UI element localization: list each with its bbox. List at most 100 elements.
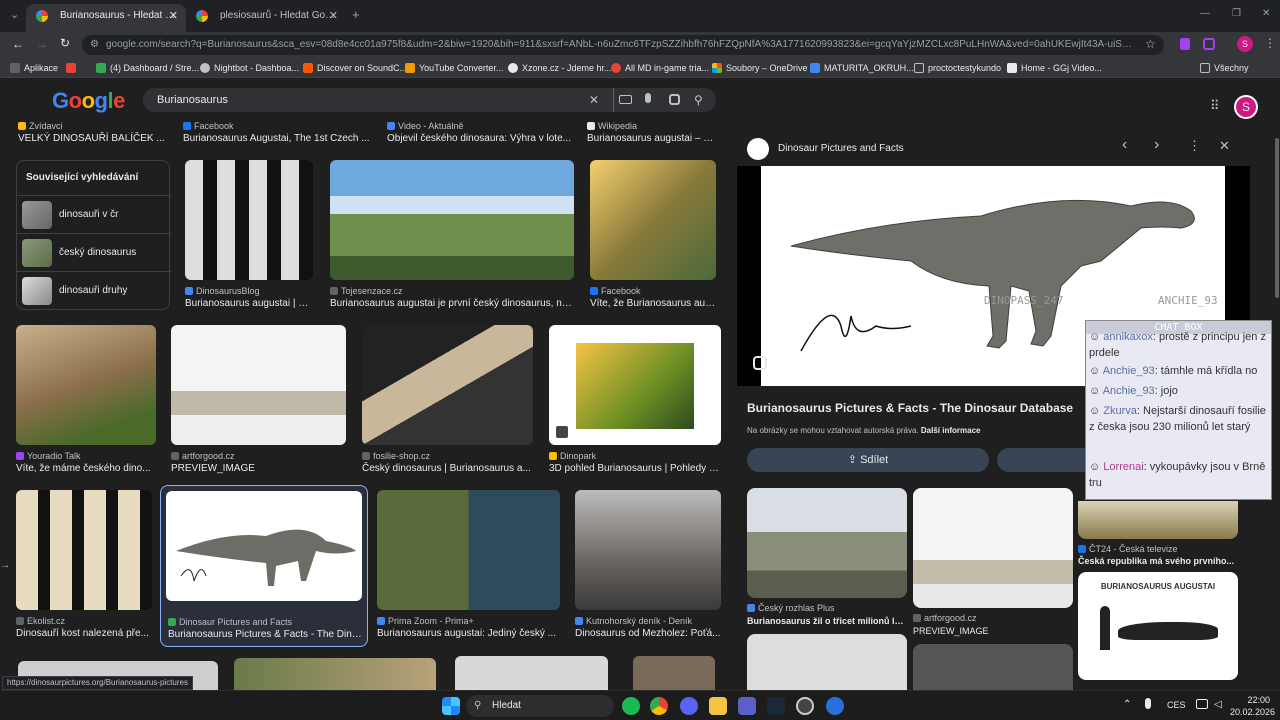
search-box[interactable]: Burianosaurus ✕ ⚲: [143, 88, 716, 112]
taskbar-search[interactable]: ⚲ Hledat: [466, 695, 614, 717]
result-dinosaurusblog[interactable]: DinosaurusBlog Burianosaurus augustai | …: [185, 160, 313, 310]
bookmark-xzone[interactable]: Xzone.cz - Jdeme hr...: [508, 58, 612, 78]
chat-line: ☺ Anchie_93: támhle má křídla no: [1089, 365, 1258, 377]
related-image[interactable]: [913, 488, 1073, 608]
bookmark-md-triangle[interactable]: All MD in-game tria...: [611, 58, 709, 78]
tab-search-icon[interactable]: ⌄: [10, 8, 19, 21]
bookmark-dashboard[interactable]: (4) Dashboard / Stre...: [96, 58, 199, 78]
site-favicon-icon: [913, 614, 921, 622]
bookmark-maturita[interactable]: MATURITA_OKRUH...: [810, 58, 914, 78]
volume-icon[interactable]: ◁: [1214, 699, 1222, 710]
menu-dots-icon[interactable]: ⋮: [1264, 36, 1276, 50]
result-dinosaurpictures-selected[interactable]: Dinosaur Pictures and Facts Burianosauru…: [160, 485, 368, 647]
result-prima-zoom[interactable]: Prima Zoom - Prima+ Burianosaurus august…: [377, 490, 560, 640]
account-avatar[interactable]: S: [1234, 95, 1258, 119]
result-kutnohorsky-denik[interactable]: Kutnohorský deník - Deník Dinosaurus od …: [575, 490, 721, 640]
related-item[interactable]: dinosauři v čr: [17, 195, 171, 233]
nightbot-icon: [200, 63, 210, 73]
result-facebook-row1[interactable]: Facebook Víte, že Burianosaurus aug...: [590, 160, 716, 310]
related-image[interactable]: BURIANOSAURUS AUGUSTAI: [1078, 572, 1238, 680]
clock-time: 22:00: [1247, 695, 1270, 705]
obs-icon[interactable]: [796, 697, 814, 715]
file-explorer-icon[interactable]: [709, 697, 727, 715]
related-source-text: artforgood.cz: [924, 613, 977, 623]
search-input[interactable]: Burianosaurus: [157, 94, 228, 106]
result-tojesenzace[interactable]: Tojesenzace.cz Burianosaurus augustai je…: [330, 160, 574, 310]
language-indicator[interactable]: CES: [1167, 700, 1186, 710]
close-panel-icon[interactable]: ✕: [1219, 138, 1230, 154]
bookmark-onedrive[interactable]: Soubory – OneDrive: [712, 58, 808, 78]
clock[interactable]: 22:00 20.02.2026: [1230, 694, 1275, 718]
result-title: PREVIEW_IMAGE: [171, 463, 255, 474]
chrome-icon[interactable]: [650, 697, 668, 715]
close-tab-icon[interactable]: ✕: [329, 4, 338, 28]
bookmark-nightbot[interactable]: Nightbot - Dashboa...: [200, 58, 299, 78]
share-button[interactable]: ⇪ Sdílet: [747, 448, 989, 472]
close-window-button[interactable]: ✕: [1262, 8, 1270, 19]
minimize-button[interactable]: —: [1200, 8, 1210, 19]
related-image-partial[interactable]: [747, 634, 907, 690]
back-arrow-icon[interactable]: ←: [12, 37, 24, 51]
app-icon[interactable]: [826, 697, 844, 715]
result-fosilie-shop[interactable]: fosilie-shop.cz Český dinosaurus | Buria…: [362, 325, 533, 475]
bookmark-folder[interactable]: proctoctestykundo: [914, 58, 1001, 78]
microphone-icon[interactable]: [645, 93, 651, 103]
bookmark-soundcloud[interactable]: Discover on SoundC...: [303, 58, 407, 78]
tray-expand-icon[interactable]: ⌃: [1123, 699, 1131, 710]
maximize-button[interactable]: ❐: [1232, 8, 1241, 19]
result-image-partial[interactable]: [234, 658, 436, 690]
spotify-icon[interactable]: [622, 697, 640, 715]
bookmark-apps[interactable]: Aplikace: [10, 58, 58, 78]
profile-avatar[interactable]: S: [1237, 36, 1253, 52]
result-dinopark[interactable]: Dinopark 3D pohled Burianosaurus | Pohle…: [549, 325, 721, 475]
close-tab-icon[interactable]: ✕: [169, 4, 178, 28]
result-artforgood[interactable]: artforgood.cz PREVIEW_IMAGE: [171, 325, 346, 475]
result-title: Dinosaurus od Mezholez: Poťá...: [575, 628, 721, 639]
more-options-icon[interactable]: ⋮: [1188, 138, 1201, 154]
result-ekolist[interactable]: Ekolist.cz Dinosauří kost nalezená pře..…: [16, 490, 152, 640]
forward-arrow-icon[interactable]: →: [36, 37, 48, 51]
clear-icon[interactable]: ✕: [589, 88, 599, 112]
result-image-partial[interactable]: [455, 656, 608, 690]
page-scrollbar[interactable]: [1275, 138, 1279, 298]
windows-start-icon[interactable]: [442, 697, 460, 715]
tab-burianosaurus[interactable]: Burianosaurus - Hledat Google ✕: [26, 4, 186, 32]
microphone-tray-icon[interactable]: [1145, 698, 1151, 709]
bookmark-star-icon[interactable]: ☆: [1145, 37, 1156, 51]
panel-site-name[interactable]: Dinosaur Pictures and Facts: [778, 143, 904, 154]
lens-icon[interactable]: [669, 94, 680, 105]
result-image: [549, 325, 721, 445]
scroll-left-arrow-icon[interactable]: →: [0, 560, 10, 571]
reload-icon[interactable]: ↻: [60, 36, 70, 50]
teams-icon[interactable]: [738, 697, 756, 715]
steam-icon[interactable]: [767, 697, 785, 715]
site-info-icon[interactable]: ⚙: [90, 35, 99, 55]
apps-grid-icon[interactable]: ⠿: [1210, 98, 1220, 114]
discord-icon[interactable]: [680, 697, 698, 715]
result-source-text: Facebook: [194, 121, 234, 131]
extensions-puzzle-icon[interactable]: [1203, 38, 1215, 50]
result-source-text: artforgood.cz: [182, 451, 235, 461]
network-icon[interactable]: [1196, 699, 1208, 709]
related-image[interactable]: [1078, 501, 1238, 539]
address-bar[interactable]: ⚙ google.com/search?q=Burianosaurus&sca_…: [82, 35, 1164, 55]
related-image[interactable]: [747, 488, 907, 598]
keyboard-icon[interactable]: [619, 95, 632, 104]
search-icon[interactable]: ⚲: [694, 88, 703, 112]
next-icon[interactable]: ›: [1154, 136, 1159, 154]
result-image-partial[interactable]: [633, 656, 715, 690]
more-info-link[interactable]: Další informace: [921, 426, 981, 435]
new-tab-button[interactable]: +: [352, 7, 360, 22]
lens-search-icon[interactable]: [753, 356, 767, 370]
result-youradio[interactable]: Youradio Talk Víte, že máme českého dino…: [16, 325, 156, 475]
related-image-partial[interactable]: [913, 644, 1073, 690]
related-item[interactable]: český dinosaurus: [17, 233, 171, 271]
extension-icon[interactable]: [1180, 38, 1190, 50]
tab-plesiosauru[interactable]: plesiosaurů - Hledat Googlem ✕: [186, 4, 346, 32]
chat-username: Anchie_93: [1102, 365, 1155, 377]
bookmark-ggj[interactable]: Home - GGj Video...: [1007, 58, 1102, 78]
previous-icon[interactable]: ‹: [1122, 136, 1127, 154]
bookmark-youtube-converter[interactable]: YouTube Converter...: [405, 58, 503, 78]
google-logo[interactable]: Google: [52, 88, 125, 114]
related-item[interactable]: dinosauři druhy: [17, 271, 171, 309]
